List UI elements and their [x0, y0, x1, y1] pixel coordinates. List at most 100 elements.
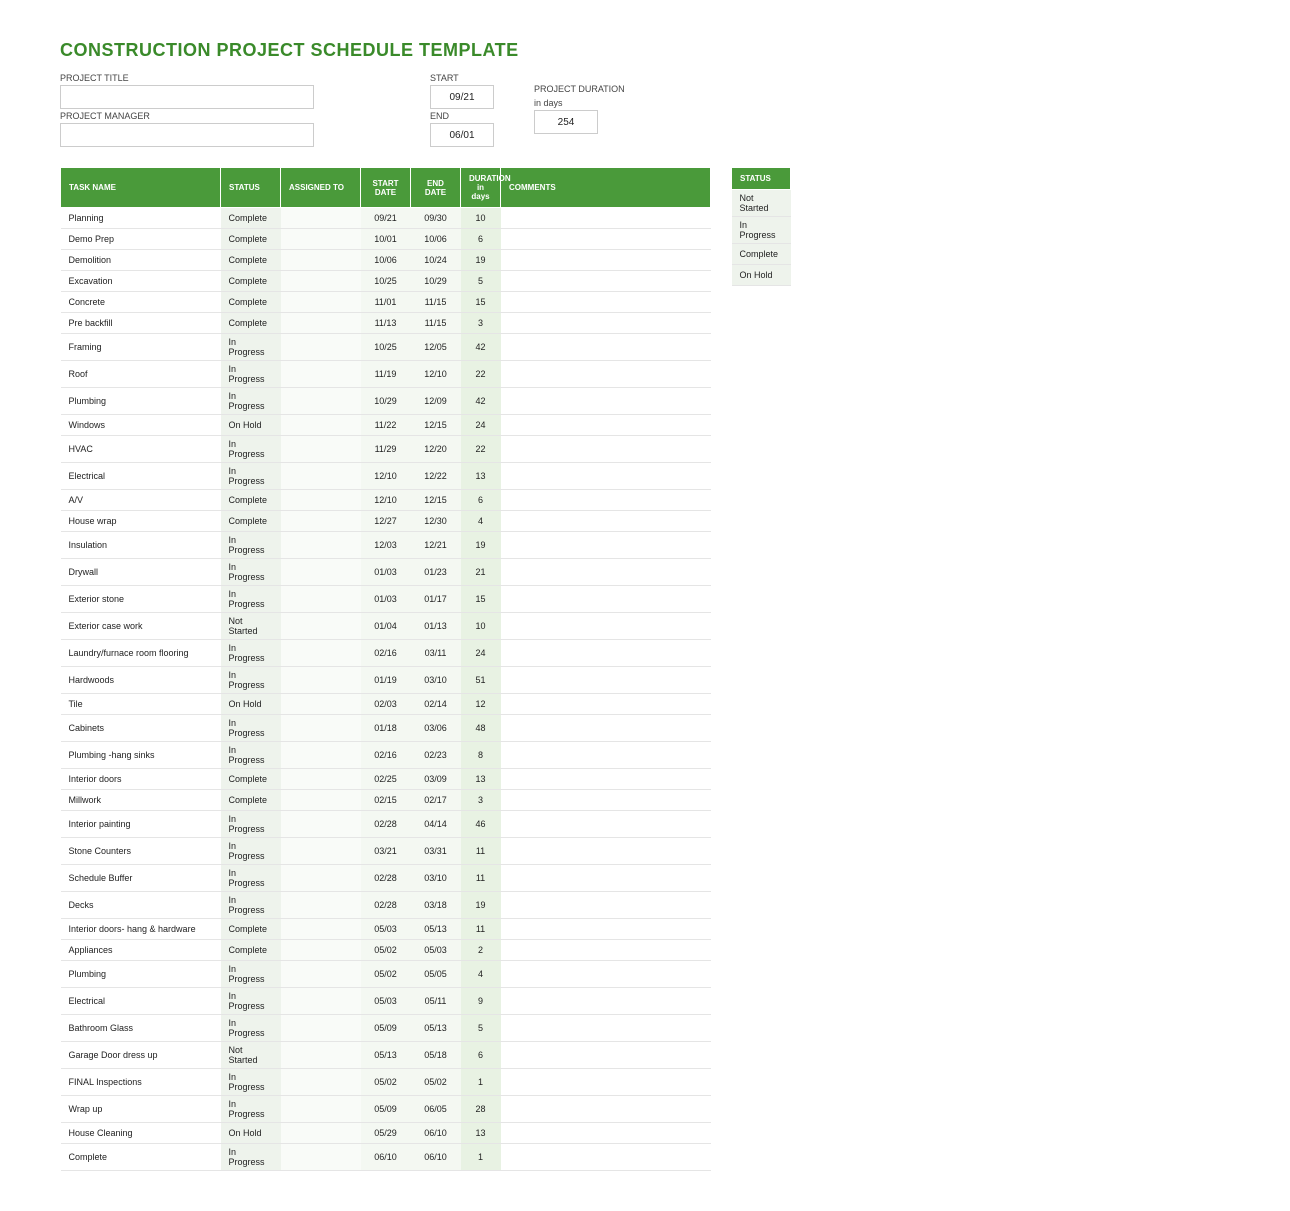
table-row[interactable]: House CleaningOn Hold05/2906/1013: [61, 1123, 711, 1144]
cell-assigned[interactable]: [281, 1069, 361, 1096]
cell-comments[interactable]: [501, 1096, 711, 1123]
cell-status[interactable]: Complete: [221, 208, 281, 229]
cell-comments[interactable]: [501, 463, 711, 490]
cell-assigned[interactable]: [281, 865, 361, 892]
cell-status[interactable]: On Hold: [221, 1123, 281, 1144]
cell-status[interactable]: Complete: [221, 511, 281, 532]
cell-status[interactable]: Complete: [221, 250, 281, 271]
cell-assigned[interactable]: [281, 313, 361, 334]
project-manager-input[interactable]: [60, 123, 314, 147]
cell-assigned[interactable]: [281, 436, 361, 463]
cell-assigned[interactable]: [281, 715, 361, 742]
cell-status[interactable]: In Progress: [221, 436, 281, 463]
cell-status[interactable]: In Progress: [221, 1015, 281, 1042]
table-row[interactable]: RoofIn Progress11/1912/1022: [61, 361, 711, 388]
cell-assigned[interactable]: [281, 694, 361, 715]
cell-comments[interactable]: [501, 361, 711, 388]
cell-assigned[interactable]: [281, 790, 361, 811]
cell-comments[interactable]: [501, 838, 711, 865]
cell-comments[interactable]: [501, 694, 711, 715]
cell-assigned[interactable]: [281, 415, 361, 436]
cell-status[interactable]: In Progress: [221, 1144, 281, 1171]
table-row[interactable]: PlumbingIn Progress10/2912/0942: [61, 388, 711, 415]
cell-assigned[interactable]: [281, 613, 361, 640]
cell-status[interactable]: On Hold: [221, 415, 281, 436]
cell-status[interactable]: In Progress: [221, 667, 281, 694]
cell-comments[interactable]: [501, 1123, 711, 1144]
cell-status[interactable]: Complete: [221, 292, 281, 313]
cell-comments[interactable]: [501, 919, 711, 940]
cell-assigned[interactable]: [281, 250, 361, 271]
cell-assigned[interactable]: [281, 559, 361, 586]
cell-comments[interactable]: [501, 490, 711, 511]
cell-assigned[interactable]: [281, 811, 361, 838]
cell-status[interactable]: In Progress: [221, 838, 281, 865]
table-row[interactable]: Laundry/furnace room flooringIn Progress…: [61, 640, 711, 667]
cell-comments[interactable]: [501, 715, 711, 742]
cell-status[interactable]: In Progress: [221, 586, 281, 613]
table-row[interactable]: DemolitionComplete10/0610/2419: [61, 250, 711, 271]
cell-status[interactable]: In Progress: [221, 961, 281, 988]
cell-assigned[interactable]: [281, 769, 361, 790]
cell-comments[interactable]: [501, 1069, 711, 1096]
table-row[interactable]: DrywallIn Progress01/0301/2321: [61, 559, 711, 586]
cell-assigned[interactable]: [281, 988, 361, 1015]
cell-comments[interactable]: [501, 586, 711, 613]
table-row[interactable]: TileOn Hold02/0302/1412: [61, 694, 711, 715]
cell-comments[interactable]: [501, 811, 711, 838]
cell-assigned[interactable]: [281, 940, 361, 961]
table-row[interactable]: AppliancesComplete05/0205/032: [61, 940, 711, 961]
cell-assigned[interactable]: [281, 292, 361, 313]
cell-status[interactable]: Complete: [221, 919, 281, 940]
cell-assigned[interactable]: [281, 586, 361, 613]
cell-comments[interactable]: [501, 313, 711, 334]
cell-comments[interactable]: [501, 640, 711, 667]
table-row[interactable]: House wrapComplete12/2712/304: [61, 511, 711, 532]
cell-status[interactable]: On Hold: [221, 694, 281, 715]
cell-comments[interactable]: [501, 667, 711, 694]
table-row[interactable]: MillworkComplete02/1502/173: [61, 790, 711, 811]
table-row[interactable]: Schedule BufferIn Progress02/2803/1011: [61, 865, 711, 892]
cell-status[interactable]: In Progress: [221, 640, 281, 667]
cell-comments[interactable]: [501, 790, 711, 811]
cell-assigned[interactable]: [281, 667, 361, 694]
cell-status[interactable]: Complete: [221, 490, 281, 511]
cell-comments[interactable]: [501, 1042, 711, 1069]
cell-status[interactable]: In Progress: [221, 463, 281, 490]
cell-assigned[interactable]: [281, 490, 361, 511]
cell-assigned[interactable]: [281, 1144, 361, 1171]
cell-status[interactable]: In Progress: [221, 715, 281, 742]
table-row[interactable]: A/VComplete12/1012/156: [61, 490, 711, 511]
cell-comments[interactable]: [501, 940, 711, 961]
cell-comments[interactable]: [501, 229, 711, 250]
table-row[interactable]: Plumbing -hang sinksIn Progress02/1602/2…: [61, 742, 711, 769]
project-title-input[interactable]: [60, 85, 314, 109]
cell-status[interactable]: Not Started: [221, 613, 281, 640]
cell-comments[interactable]: [501, 892, 711, 919]
table-row[interactable]: FINAL InspectionsIn Progress05/0205/021: [61, 1069, 711, 1096]
cell-status[interactable]: Complete: [221, 229, 281, 250]
cell-status[interactable]: In Progress: [221, 988, 281, 1015]
cell-comments[interactable]: [501, 436, 711, 463]
table-row[interactable]: DecksIn Progress02/2803/1819: [61, 892, 711, 919]
table-row[interactable]: Stone CountersIn Progress03/2103/3111: [61, 838, 711, 865]
cell-comments[interactable]: [501, 532, 711, 559]
cell-comments[interactable]: [501, 388, 711, 415]
cell-status[interactable]: Complete: [221, 790, 281, 811]
table-row[interactable]: Garage Door dress upNot Started05/1305/1…: [61, 1042, 711, 1069]
cell-status[interactable]: In Progress: [221, 361, 281, 388]
cell-assigned[interactable]: [281, 892, 361, 919]
table-row[interactable]: ElectricalIn Progress12/1012/2213: [61, 463, 711, 490]
table-row[interactable]: Interior paintingIn Progress02/2804/1446: [61, 811, 711, 838]
cell-status[interactable]: In Progress: [221, 1069, 281, 1096]
cell-comments[interactable]: [501, 1144, 711, 1171]
cell-assigned[interactable]: [281, 1096, 361, 1123]
cell-assigned[interactable]: [281, 229, 361, 250]
cell-assigned[interactable]: [281, 1015, 361, 1042]
cell-status[interactable]: In Progress: [221, 811, 281, 838]
cell-comments[interactable]: [501, 334, 711, 361]
table-row[interactable]: Demo PrepComplete10/0110/066: [61, 229, 711, 250]
table-row[interactable]: PlumbingIn Progress05/0205/054: [61, 961, 711, 988]
start-value[interactable]: 09/21: [430, 85, 494, 109]
cell-status[interactable]: In Progress: [221, 388, 281, 415]
